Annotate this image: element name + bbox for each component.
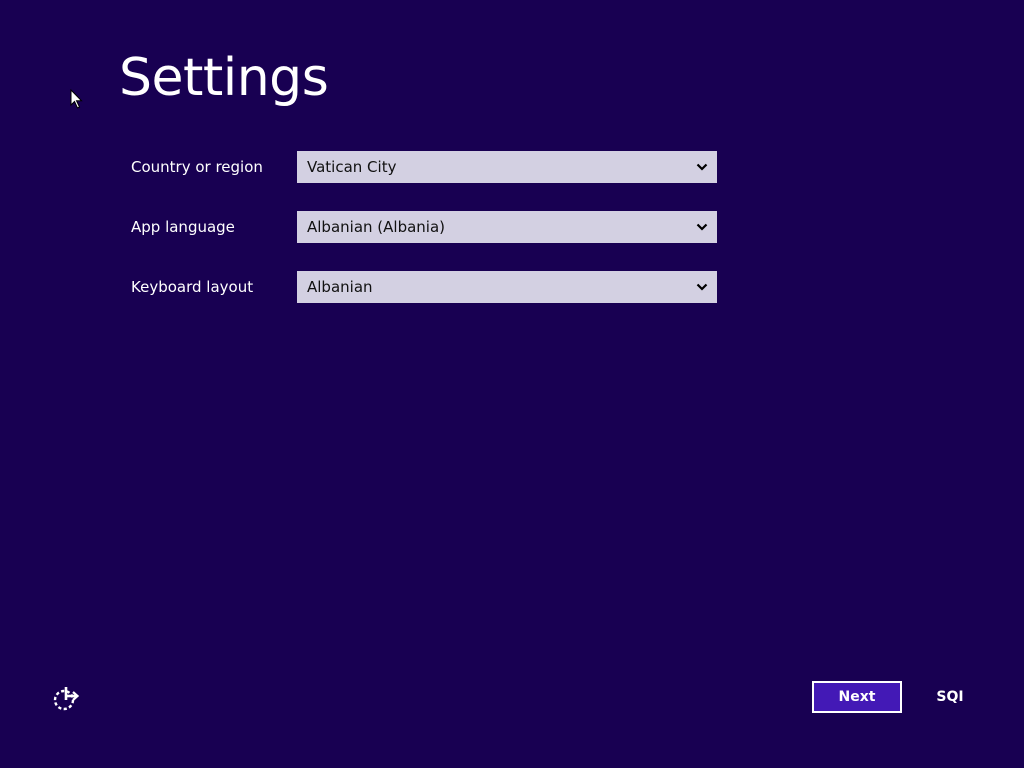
chevron-down-icon	[696, 223, 708, 231]
page-title: Settings	[119, 48, 329, 108]
country-region-value: Vatican City	[307, 158, 397, 176]
app-language-value: Albanian (Albania)	[307, 218, 445, 236]
app-language-label: App language	[131, 218, 235, 236]
country-region-label: Country or region	[131, 158, 263, 176]
app-language-select[interactable]: Albanian (Albania)	[297, 211, 717, 243]
app-language-row: App language Albanian (Albania)	[0, 211, 1024, 243]
mouse-pointer-icon	[70, 89, 83, 109]
next-button[interactable]: Next	[812, 681, 902, 713]
keyboard-layout-select[interactable]: Albanian	[297, 271, 717, 303]
country-region-select[interactable]: Vatican City	[297, 151, 717, 183]
keyboard-layout-value: Albanian	[307, 278, 373, 296]
keyboard-layout-label: Keyboard layout	[131, 278, 254, 296]
chevron-down-icon	[696, 283, 708, 291]
setup-page: Settings Country or region Vatican City …	[0, 0, 1024, 768]
country-region-row: Country or region Vatican City	[0, 151, 1024, 183]
input-language-indicator[interactable]: SQI	[928, 681, 972, 713]
ease-of-access-icon[interactable]	[52, 684, 80, 712]
keyboard-layout-row: Keyboard layout Albanian	[0, 271, 1024, 303]
chevron-down-icon	[696, 163, 708, 171]
